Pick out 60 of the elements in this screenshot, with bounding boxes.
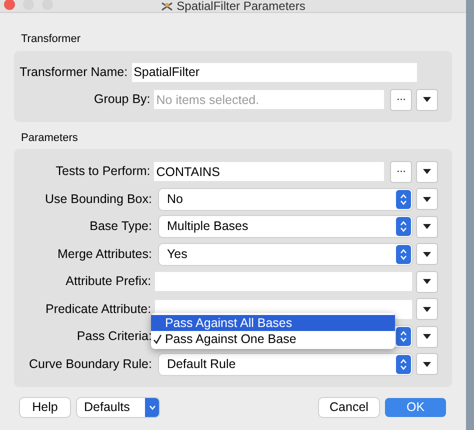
dropdown-button[interactable] <box>416 188 438 210</box>
select-field[interactable]: Default Rule <box>158 354 412 375</box>
field-label: Pass Criteria: <box>76 328 153 346</box>
caret-down-icon <box>423 97 431 102</box>
field-label: Use Bounding Box: <box>44 190 153 208</box>
browse-button[interactable]: ... <box>390 88 412 111</box>
text-field[interactable]: CONTAINS <box>154 162 384 182</box>
caret-down-icon <box>423 279 431 284</box>
text-field[interactable]: SpatialFilter <box>132 62 417 82</box>
caret-down-icon <box>423 362 431 367</box>
text-field[interactable]: No items selected. <box>154 90 384 110</box>
caret-down-icon <box>423 306 431 312</box>
select-field[interactable]: No <box>158 188 412 210</box>
caret-down-icon <box>423 224 431 230</box>
select-value: Yes <box>166 246 188 263</box>
chevron-down-icon <box>145 398 159 417</box>
stepper-icon <box>396 244 411 264</box>
stepper-icon <box>396 217 411 236</box>
dropdown-button[interactable] <box>416 353 438 376</box>
stepper-icon <box>396 354 411 374</box>
dropdown-button[interactable] <box>416 160 438 183</box>
defaults-button[interactable]: Defaults <box>77 398 159 417</box>
dropdown-button[interactable] <box>416 88 438 111</box>
dropdown-button[interactable] <box>416 326 438 348</box>
field-label: Attribute Prefix: <box>64 273 152 290</box>
dropdown-button[interactable] <box>416 298 438 320</box>
browse-button[interactable]: ... <box>390 160 412 183</box>
checkmark-icon <box>153 334 162 344</box>
ok-button[interactable]: OK <box>385 398 446 417</box>
caret-down-icon <box>423 252 431 257</box>
field-label: Group By: <box>92 91 152 108</box>
select-value: Multiple Bases <box>166 218 250 236</box>
select-field[interactable]: Yes <box>158 244 412 265</box>
stepper-icon <box>396 190 411 209</box>
menu-item[interactable]: Pass Against All Bases <box>150 315 395 332</box>
section-title: Transformer <box>20 32 82 47</box>
dropdown-button[interactable] <box>416 243 438 266</box>
cancel-button[interactable]: Cancel <box>319 398 379 417</box>
field-label: Merge Attributes: <box>56 246 153 263</box>
field-label: Transformer Name: <box>18 64 129 81</box>
defaults-label: Defaults <box>83 399 131 416</box>
caret-down-icon <box>423 334 431 340</box>
select-field[interactable]: Multiple Bases <box>158 216 412 238</box>
help-button[interactable]: Help <box>20 398 70 417</box>
field-label: Curve Boundary Rule: <box>28 356 153 373</box>
section-title: Parameters <box>20 130 79 146</box>
menu-item[interactable]: Pass Against One Base <box>150 331 395 348</box>
dropdown-button[interactable] <box>416 216 438 238</box>
window-title: SpatialFilter Parameters <box>176 0 306 12</box>
text-field[interactable] <box>155 272 412 292</box>
close-icon[interactable] <box>4 0 15 10</box>
field-label: Base Type: <box>88 218 153 236</box>
caret-down-icon <box>423 169 431 174</box>
transformer-icon <box>160 2 173 10</box>
caret-down-icon <box>423 196 431 202</box>
dropdown-button[interactable] <box>416 270 438 293</box>
select-value: Default Rule <box>166 356 237 373</box>
select-value: No <box>166 190 184 208</box>
field-label: Tests to Perform: <box>54 163 152 180</box>
field-label: Predicate Attribute: <box>44 300 152 318</box>
